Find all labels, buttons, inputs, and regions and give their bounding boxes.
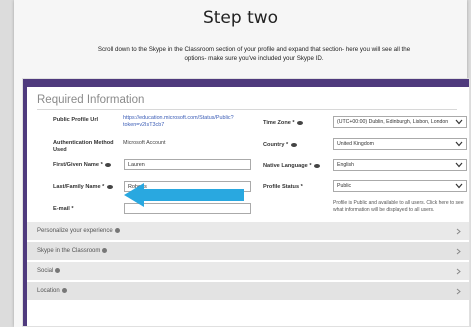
accordion-label: Skype in the Classroom bbox=[37, 248, 101, 254]
accordion-personalize[interactable]: Personalize your experience bbox=[27, 222, 469, 240]
timezone-select[interactable]: (UTC+00:00) Dublin, Edinburgh, Lisbon, L… bbox=[333, 116, 467, 128]
divider bbox=[37, 109, 457, 110]
accordion-skype-in-the-classroom[interactable]: Skype in the Classroom bbox=[27, 242, 469, 260]
timezone-label-text: Time Zone * bbox=[263, 120, 295, 126]
chevron-right-icon bbox=[456, 288, 461, 295]
info-icon bbox=[102, 247, 108, 253]
last-name-label-text: Last/Family Name * bbox=[53, 184, 105, 190]
visibility-eye-icon[interactable] bbox=[105, 162, 112, 167]
chevron-right-icon bbox=[456, 248, 461, 255]
profile-status-label: Profile Status * bbox=[263, 184, 303, 190]
country-label: Country * bbox=[263, 142, 297, 149]
info-icon bbox=[114, 227, 120, 233]
public-profile-label: Public Profile Url bbox=[53, 117, 99, 123]
timezone-label: Time Zone * bbox=[263, 120, 304, 127]
public-profile-link[interactable]: https://education.microsoft.com/Status/P… bbox=[123, 115, 243, 129]
profile-status-select[interactable]: Public bbox=[333, 180, 467, 192]
language-select[interactable]: English bbox=[333, 159, 467, 171]
country-label-text: Country * bbox=[263, 142, 289, 148]
country-select[interactable]: United Kingdom bbox=[333, 138, 467, 150]
chevron-down-icon bbox=[455, 183, 463, 189]
country-value: United Kingdom bbox=[337, 141, 374, 147]
header-accent-bar bbox=[23, 79, 469, 87]
chevron-right-icon bbox=[456, 268, 461, 275]
profile-status-value: Public bbox=[337, 183, 352, 189]
info-icon bbox=[61, 287, 67, 293]
accordion-label: Social bbox=[37, 268, 54, 274]
visibility-eye-icon[interactable] bbox=[106, 184, 113, 189]
language-label-text: Native Language * bbox=[263, 163, 312, 169]
accordion-location[interactable]: Location bbox=[27, 282, 469, 300]
first-name-input[interactable]: Lauren bbox=[124, 159, 251, 170]
auth-method-label: Authentication Method Used bbox=[53, 140, 114, 153]
first-name-label: First/Given Name * bbox=[53, 162, 112, 169]
accordion-label: Location bbox=[37, 288, 60, 294]
chevron-down-icon bbox=[455, 141, 463, 147]
language-value: English bbox=[337, 162, 355, 168]
profile-status-note: Profile is Public and available to all u… bbox=[333, 200, 464, 213]
required-info-title: Required Information bbox=[37, 94, 145, 106]
accordion-social[interactable]: Social bbox=[27, 262, 469, 280]
visibility-eye-icon[interactable] bbox=[314, 163, 321, 168]
email-label: E-mail * bbox=[53, 206, 74, 212]
pointer-arrow-icon bbox=[124, 183, 244, 207]
step-heading: Step two bbox=[202, 8, 279, 28]
timezone-value: (UTC+00:00) Dublin, Edinburgh, Lisbon, L… bbox=[337, 119, 449, 125]
visibility-eye-icon[interactable] bbox=[297, 120, 304, 125]
chevron-down-icon bbox=[455, 162, 463, 168]
chevron-down-icon bbox=[455, 119, 463, 125]
language-label: Native Language * bbox=[263, 163, 321, 170]
profile-form-panel: Required Information Public Profile Url … bbox=[22, 78, 470, 327]
instructions-text: Scroll down to the Skype in the Classroo… bbox=[97, 46, 411, 62]
auth-method-value: Microsoft Account bbox=[123, 140, 166, 146]
accordion-label: Personalize your experience bbox=[37, 228, 113, 234]
visibility-eye-icon[interactable] bbox=[290, 142, 297, 147]
chevron-right-icon bbox=[456, 228, 461, 235]
last-name-label: Last/Family Name * bbox=[53, 184, 113, 191]
info-icon bbox=[55, 267, 61, 273]
first-name-label-text: First/Given Name * bbox=[53, 162, 103, 168]
